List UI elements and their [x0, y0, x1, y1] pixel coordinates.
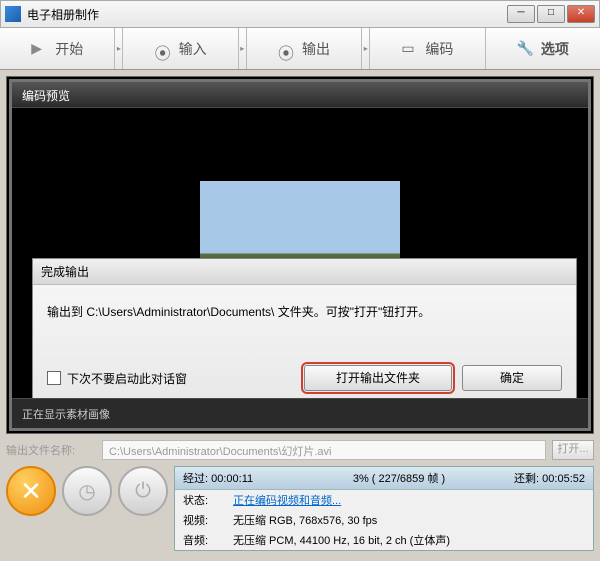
audio-value: 无压缩 PCM, 44100 Hz, 16 bit, 2 ch (立体声) — [233, 532, 450, 548]
elapsed-value: 00:00:11 — [211, 473, 253, 485]
play-icon — [31, 40, 49, 58]
output-tab[interactable]: 输出 — [247, 28, 362, 69]
window-title: 电子相册制作 — [27, 6, 507, 23]
output-path-input[interactable]: C:\Users\Administrator\Documents\幻灯片.avi — [102, 440, 546, 460]
preview-area: 编码预览 完成输出 输出到 C:\Users\Administrator\Doc… — [9, 79, 591, 431]
app-icon — [5, 6, 21, 22]
options-tab[interactable]: 选项 — [486, 28, 600, 69]
options-label: 选项 — [541, 39, 569, 59]
dont-show-checkbox-wrap[interactable]: 下次不要启动此对话窗 — [47, 370, 294, 387]
output-filename-row: 输出文件名称: C:\Users\Administrator\Documents… — [6, 440, 594, 460]
preview-status: 正在显示素材画像 — [12, 398, 588, 428]
film-icon — [401, 40, 419, 58]
power-button[interactable]: ⏻ — [118, 466, 168, 516]
dialog-title: 完成输出 — [33, 259, 576, 285]
checkbox-icon — [47, 371, 61, 385]
encode-info-panel: 经过: 00:00:11 3% ( 227/6859 帧 ) 还剩: 00:05… — [174, 466, 594, 551]
preview-container: 编码预览 完成输出 输出到 C:\Users\Administrator\Doc… — [6, 76, 594, 434]
open-output-folder-button[interactable]: 打开输出文件夹 — [304, 365, 452, 391]
minimize-button[interactable]: ─ — [507, 5, 535, 23]
dialog-overlay: 完成输出 输出到 C:\Users\Administrator\Document… — [12, 108, 588, 398]
preview-body: 完成输出 输出到 C:\Users\Administrator\Document… — [12, 108, 588, 398]
wrench-icon — [517, 40, 535, 58]
start-label: 开始 — [55, 39, 83, 59]
output-label: 输出 — [302, 39, 330, 59]
remain-value: 00:05:52 — [542, 473, 585, 485]
window-controls: ─ □ ✕ — [507, 5, 595, 23]
status-value[interactable]: 正在编码视频和音频... — [233, 492, 341, 508]
maximize-button[interactable]: □ — [537, 5, 565, 23]
dialog-footer: 下次不要启动此对话窗 打开输出文件夹 确定 — [33, 355, 576, 398]
start-tab[interactable]: 开始 — [0, 28, 115, 69]
browse-button[interactable]: 打开... — [552, 440, 594, 460]
status-label: 状态: — [183, 492, 233, 508]
main-toolbar: 开始 ▸ 输入 ▸ 输出 ▸ 编码 选项 — [0, 28, 600, 70]
input-label: 输入 — [179, 39, 207, 59]
encode-label: 编码 — [425, 39, 453, 59]
separator: ▸ — [362, 28, 370, 69]
percent-value: 3% ( 227/6859 帧 ) — [323, 470, 475, 486]
cancel-encode-button[interactable]: ✕ — [6, 466, 56, 516]
encode-tab[interactable]: 编码 — [370, 28, 485, 69]
dialog-message: 输出到 C:\Users\Administrator\Documents\ 文件… — [33, 285, 576, 355]
clock-button[interactable]: ◷ — [62, 466, 112, 516]
video-label: 视频: — [183, 512, 233, 528]
separator: ▸ — [239, 28, 247, 69]
separator: ▸ — [115, 28, 123, 69]
completion-dialog: 完成输出 输出到 C:\Users\Administrator\Document… — [32, 258, 577, 398]
preview-header: 编码预览 — [12, 82, 588, 108]
output-filename-label: 输出文件名称: — [6, 442, 96, 458]
reel-icon — [155, 40, 173, 58]
progress-row: 经过: 00:00:11 3% ( 227/6859 帧 ) 还剩: 00:05… — [175, 467, 593, 490]
ok-button[interactable]: 确定 — [462, 365, 562, 391]
input-tab[interactable]: 输入 — [123, 28, 238, 69]
checkbox-label: 下次不要启动此对话窗 — [67, 370, 187, 387]
audio-label: 音频: — [183, 532, 233, 548]
video-value: 无压缩 RGB, 768x576, 30 fps — [233, 512, 377, 528]
title-bar: 电子相册制作 ─ □ ✕ — [0, 0, 600, 28]
elapsed-label: 经过: — [183, 473, 208, 485]
remain-label: 还剩: — [514, 473, 539, 485]
bottom-bar: ✕ ◷ ⏻ 经过: 00:00:11 3% ( 227/6859 帧 ) 还剩:… — [6, 466, 594, 551]
reel-icon — [278, 40, 296, 58]
close-button[interactable]: ✕ — [567, 5, 595, 23]
